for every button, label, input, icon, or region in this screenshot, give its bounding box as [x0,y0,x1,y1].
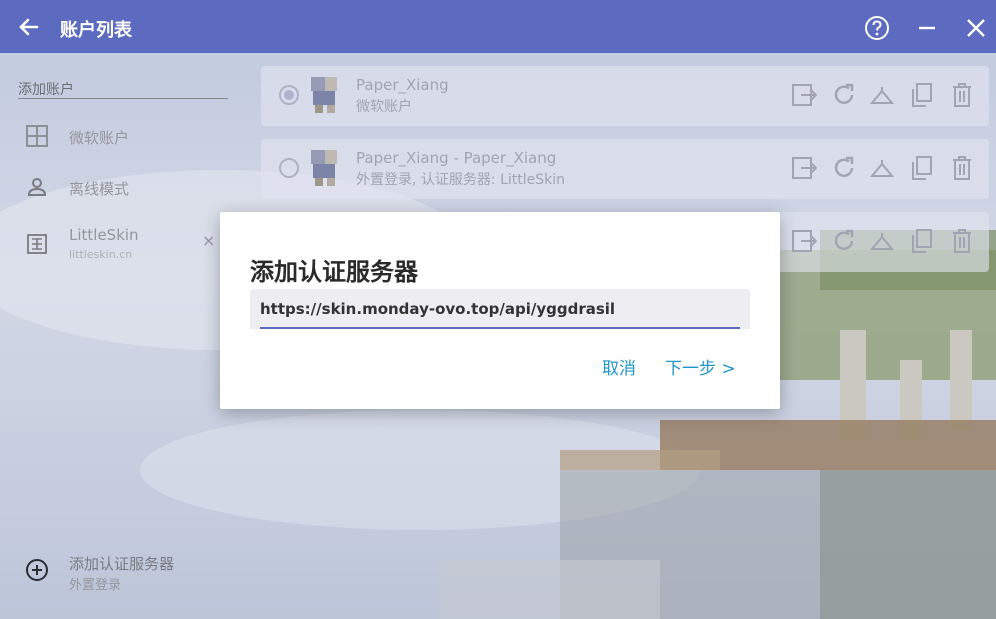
title-bar: 账户列表 [0,0,996,53]
cancel-button[interactable]: 取消 [602,354,636,379]
close-icon[interactable] [964,15,988,41]
minimize-icon[interactable] [917,15,937,41]
url-input[interactable] [260,295,730,323]
window-title: 账户列表 [60,20,132,41]
help-circle-icon[interactable] [864,15,890,41]
add-auth-server-dialog: 添加认证服务器 取消 下一步 > [220,212,780,409]
arrow-left-icon[interactable] [16,14,42,40]
next-button[interactable]: 下一步 > [665,354,736,379]
dialog-title: 添加认证服务器 [250,258,418,286]
input-underline [260,327,740,329]
url-field[interactable] [250,289,750,329]
